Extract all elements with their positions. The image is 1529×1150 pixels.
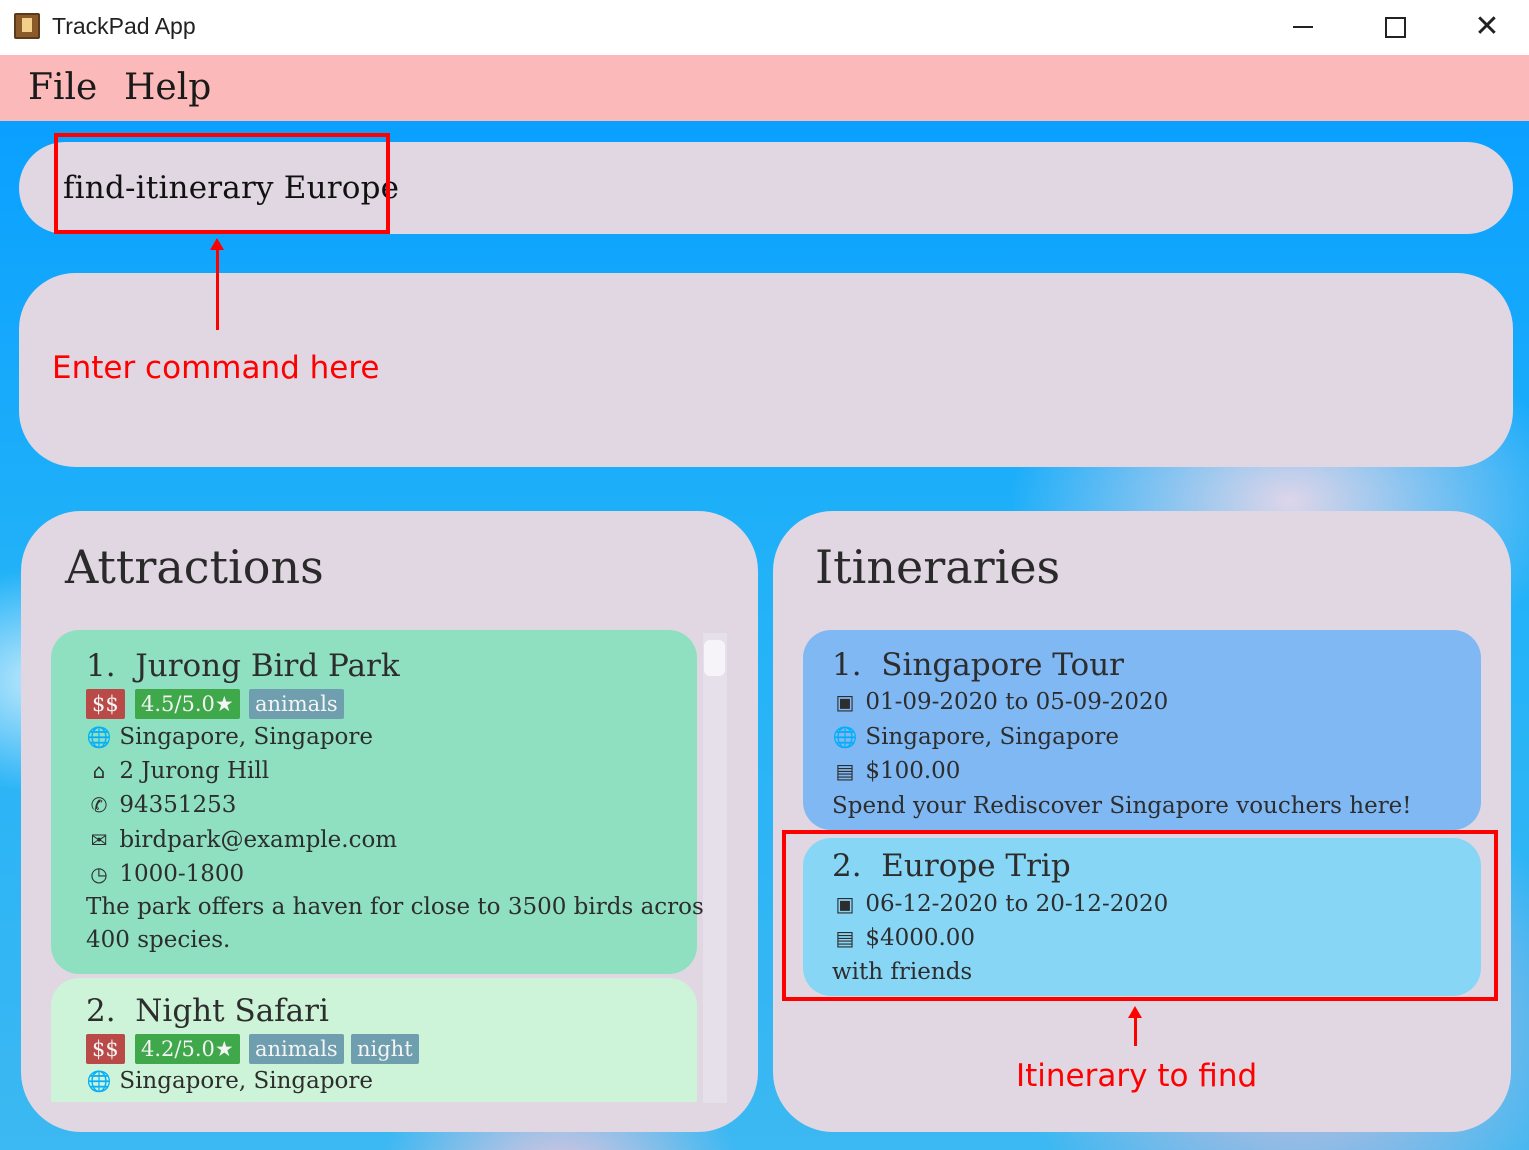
attraction-description: The park offers a haven for close to 350… — [86, 894, 716, 920]
clock-icon: ◷ — [90, 862, 108, 886]
command-annotation: Enter command here — [52, 350, 380, 386]
attraction-phone: ✆ 94351253 — [86, 792, 237, 818]
attractions-scrollbar[interactable] — [703, 633, 727, 1103]
globe-icon: 🌐 — [832, 725, 858, 749]
menu-help[interactable]: Help — [124, 67, 211, 108]
attraction-index: 2. — [86, 993, 116, 1029]
mail-icon: ✉ — [90, 828, 108, 852]
location-text: Singapore, Singapore — [119, 1068, 374, 1094]
hours-text: 1000-1800 — [119, 861, 245, 887]
attractions-title: Attractions — [65, 540, 324, 594]
attraction-address: ⌂ 2 Jurong Hill — [86, 758, 269, 784]
itinerary-budget: ▤ $100.00 — [832, 758, 961, 784]
menu-file[interactable]: File — [28, 67, 97, 108]
app-icon — [14, 13, 40, 39]
attraction-description-cont: 400 species. — [86, 927, 231, 953]
itineraries-title: Itineraries — [815, 540, 1061, 594]
itinerary-index: 1. — [832, 647, 862, 683]
price-tag: $$ — [86, 1034, 125, 1064]
attraction-title: 2. Night Safari — [86, 993, 329, 1029]
email-text: birdpark@example.com — [119, 827, 398, 853]
minimize-icon — [1293, 26, 1313, 28]
title-bar: TrackPad App ✕ — [0, 0, 1529, 55]
dates-text: 01-09-2020 to 05-09-2020 — [865, 689, 1169, 715]
arrow-up-icon — [1128, 1006, 1142, 1046]
itinerary-location: 🌐 Singapore, Singapore — [832, 724, 1119, 750]
location-text: Singapore, Singapore — [865, 724, 1120, 750]
phone-icon: ✆ — [90, 793, 108, 817]
maximize-icon — [1384, 16, 1406, 38]
attraction-name: Jurong Bird Park — [135, 648, 400, 684]
attraction-hours: ◷ 1000-1800 — [86, 861, 244, 887]
itinerary-name: Singapore Tour — [881, 647, 1124, 683]
itinerary-description: Spend your Rediscover Singapore vouchers… — [832, 793, 1412, 819]
itinerary-highlight-box — [782, 830, 1498, 1001]
attraction-index: 1. — [86, 648, 116, 684]
attraction-location: 🌐 Singapore, Singapore — [86, 1068, 373, 1094]
price-tag: $$ — [86, 689, 125, 719]
attraction-location: 🌐 Singapore, Singapore — [86, 724, 373, 750]
menu-bar: File Help — [0, 55, 1529, 121]
maximize-button[interactable] — [1375, 10, 1415, 44]
itinerary-title: 1. Singapore Tour — [832, 647, 1124, 683]
attraction-email: ✉ birdpark@example.com — [86, 827, 398, 853]
attraction-name: Night Safari — [135, 993, 329, 1029]
budget-text: $100.00 — [865, 758, 961, 784]
globe-icon: 🌐 — [86, 725, 112, 749]
attraction-title: 1. Jurong Bird Park — [86, 648, 400, 684]
money-icon: ▤ — [835, 759, 855, 783]
rating-tag: 4.5/5.0★ — [135, 689, 240, 719]
location-text: Singapore, Singapore — [119, 724, 374, 750]
close-icon: ✕ — [1474, 9, 1500, 44]
itinerary-annotation: Itinerary to find — [1016, 1058, 1258, 1094]
window-title: TrackPad App — [52, 13, 196, 39]
itinerary-dates: ▣ 01-09-2020 to 05-09-2020 — [832, 689, 1169, 715]
arrow-up-icon — [210, 238, 224, 330]
command-highlight-box — [54, 133, 390, 234]
rating-tag: 4.2/5.0★ — [135, 1034, 240, 1064]
home-icon: ⌂ — [92, 759, 106, 783]
category-tag: animals — [249, 689, 344, 719]
calendar-icon: ▣ — [835, 690, 855, 714]
category-tag: night — [351, 1034, 419, 1064]
address-text: 2 Jurong Hill — [119, 758, 270, 784]
close-button[interactable]: ✕ — [1467, 10, 1507, 44]
minimize-button[interactable] — [1283, 10, 1323, 44]
category-tag: animals — [249, 1034, 344, 1064]
phone-text: 94351253 — [119, 792, 237, 818]
scrollbar-thumb[interactable] — [704, 640, 725, 676]
globe-icon: 🌐 — [86, 1069, 112, 1093]
